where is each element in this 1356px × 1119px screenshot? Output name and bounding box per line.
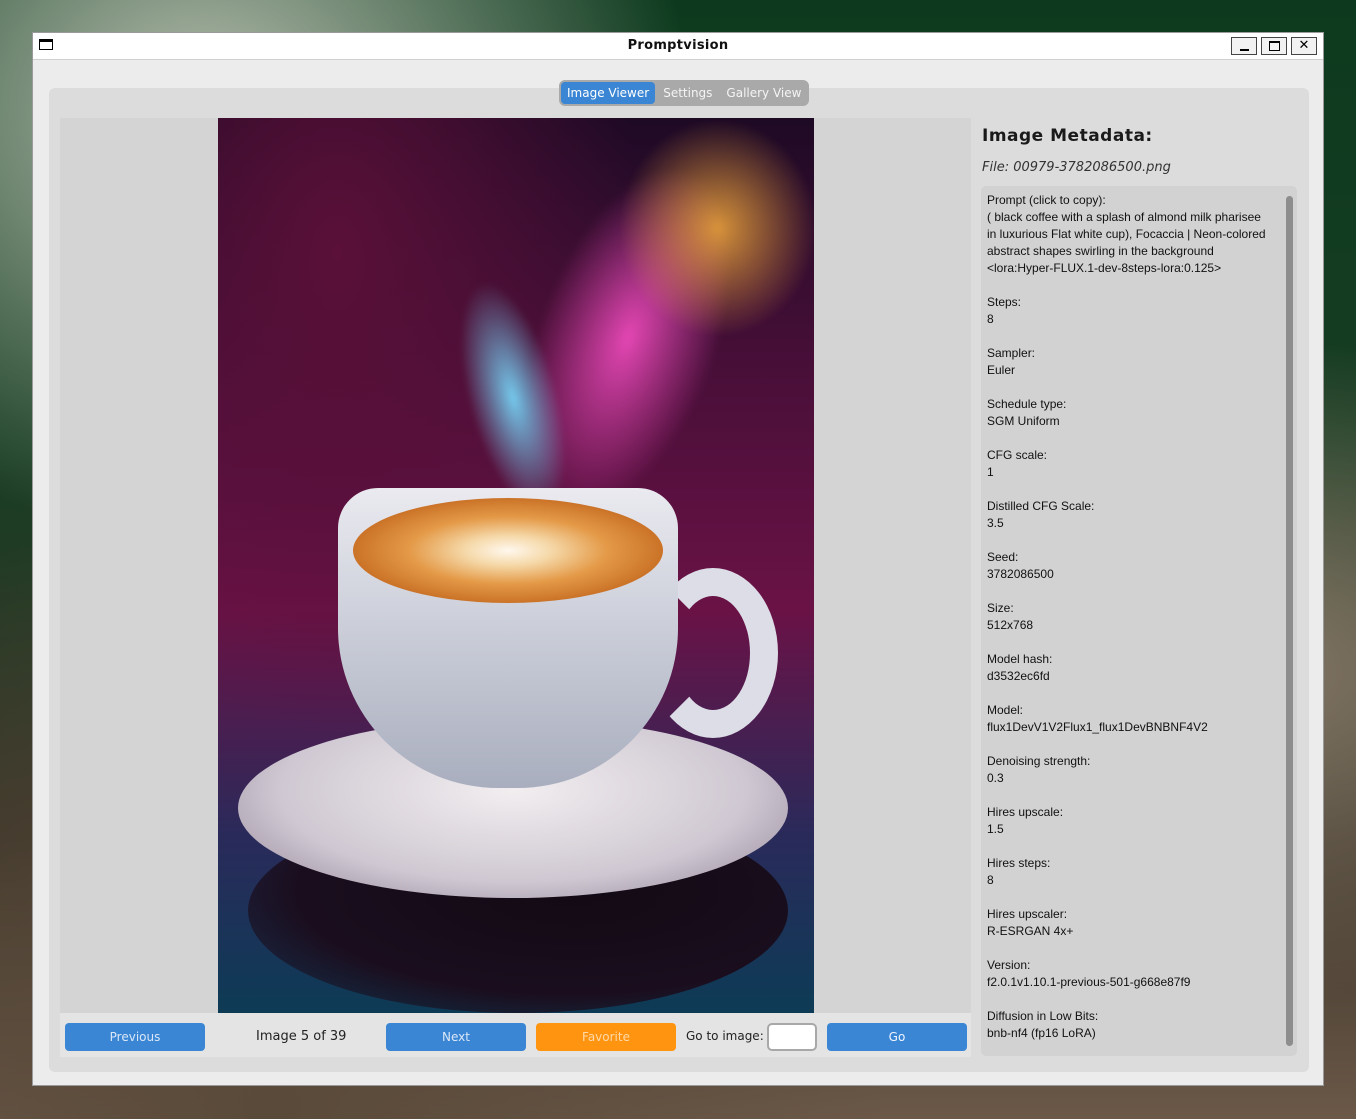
prompt-value: ( black coffee with a splash of almond m…: [987, 210, 1266, 275]
metadata-item: Denoising strength: 0.3: [987, 754, 1091, 785]
navigation-bar: Previous Image 5 of 39 Next Favorite Go …: [60, 1013, 971, 1057]
maximize-button[interactable]: [1261, 37, 1287, 55]
metadata-item: Diffusion in Low Bits: bnb-nf4 (fp16 LoRA…: [987, 1009, 1099, 1040]
goto-input[interactable]: [767, 1023, 817, 1051]
generated-image: [218, 118, 814, 1013]
metadata-item: Steps: 8: [987, 295, 1022, 326]
previous-button[interactable]: Previous: [65, 1023, 205, 1051]
close-button[interactable]: ✕: [1291, 37, 1317, 55]
title-bar: Promptvision ✕: [33, 33, 1323, 60]
minimize-icon: [1240, 49, 1249, 51]
app-window: Promptvision ✕ Image Viewer Settings Gal…: [32, 32, 1324, 1086]
window-title: Promptvision: [627, 38, 729, 53]
tab-gallery-view[interactable]: Gallery View: [720, 82, 807, 104]
metadata-item: Hires steps: 8: [987, 856, 1051, 887]
close-icon: ✕: [1298, 38, 1310, 53]
go-button[interactable]: Go: [827, 1023, 967, 1051]
metadata-filename: File: 00979-3782086500.png: [982, 160, 1171, 175]
metadata-item: Model hash: d3532ec6fd: [987, 652, 1053, 683]
next-button[interactable]: Next: [386, 1023, 526, 1051]
metadata-item: Hires upscaler: R-ESRGAN 4x+: [987, 907, 1074, 938]
metadata-item: Sampler: Euler: [987, 346, 1036, 377]
metadata-scroll-box[interactable]: Prompt (click to copy): ( black coffee w…: [981, 186, 1297, 1056]
main-panel: Image Viewer Settings Gallery View Previ…: [49, 80, 1309, 1072]
prompt-label: Prompt (click to copy):: [987, 193, 1106, 207]
tab-bar: Image Viewer Settings Gallery View: [559, 80, 810, 106]
maximize-icon: [1269, 41, 1280, 51]
metadata-item: Hires upscale: 1.5: [987, 805, 1064, 836]
metadata-item: Size: 512x768: [987, 601, 1034, 632]
metadata-scrollbar[interactable]: [1286, 196, 1293, 1046]
minimize-button[interactable]: [1231, 37, 1257, 55]
scrollbar-thumb[interactable]: [1286, 196, 1293, 1046]
goto-label: Go to image:: [686, 1029, 764, 1043]
metadata-item: Distilled CFG Scale: 3.5: [987, 499, 1095, 530]
prompt-item[interactable]: Prompt (click to copy): ( black coffee w…: [987, 192, 1267, 277]
metadata-item: CFG scale: 1: [987, 448, 1048, 479]
metadata-panel: Image Metadata: File: 00979-3782086500.p…: [981, 118, 1299, 1062]
favorite-button[interactable]: Favorite: [536, 1023, 676, 1051]
metadata-item: Model: flux1DevV1V2Flux1_flux1DevBNBNF4V2: [987, 703, 1208, 734]
image-viewer-area: [60, 118, 971, 1013]
metadata-item: Schedule type: SGM Uniform: [987, 397, 1067, 428]
image-counter: Image 5 of 39: [256, 1029, 347, 1044]
metadata-item: Version: f2.0.1v1.10.1-previous-501-g668e…: [987, 958, 1191, 989]
tab-settings[interactable]: Settings: [657, 82, 718, 104]
metadata-item: Seed: 3782086500: [987, 550, 1054, 581]
tab-image-viewer[interactable]: Image Viewer: [561, 82, 656, 104]
metadata-title: Image Metadata:: [982, 126, 1153, 146]
metadata-list: Prompt (click to copy): ( black coffee w…: [987, 192, 1267, 1056]
